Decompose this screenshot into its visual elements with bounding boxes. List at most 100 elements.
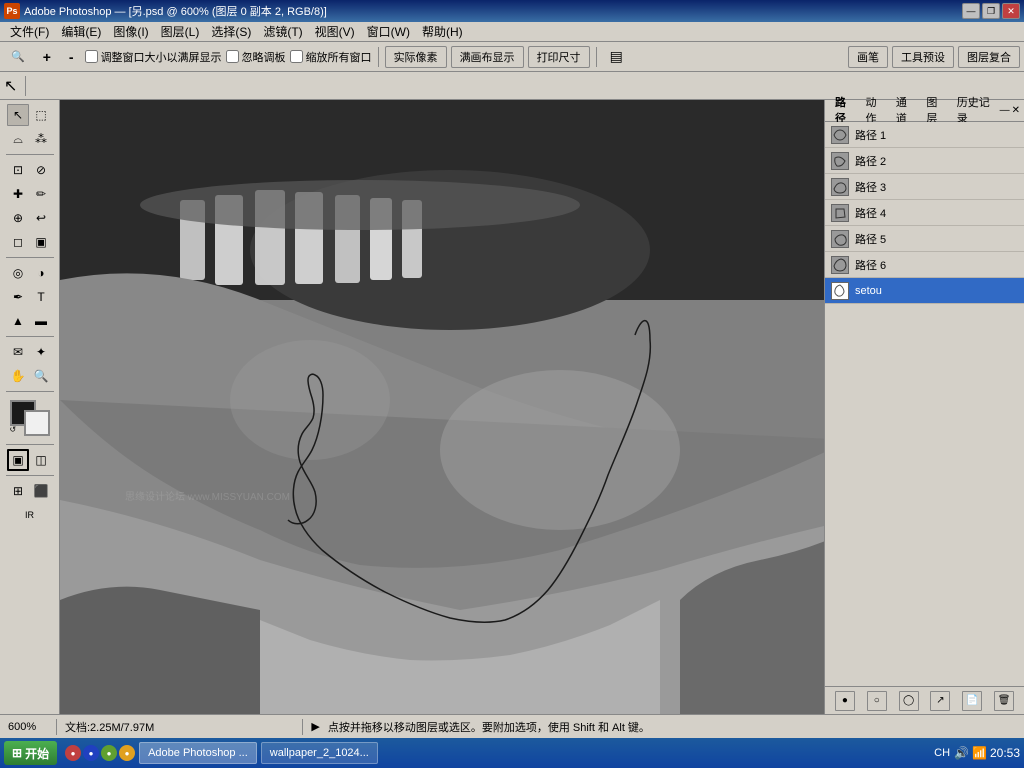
notes-tool[interactable]: ✉ — [7, 341, 29, 363]
path-item-5[interactable]: 路径 5 — [825, 226, 1024, 252]
print-size-btn[interactable]: 打印尺寸 — [528, 46, 590, 68]
path-item-2[interactable]: 路径 2 — [825, 148, 1024, 174]
crop-tool[interactable]: ⊡ — [7, 159, 29, 181]
history-brush-tool[interactable]: ↩ — [30, 207, 52, 229]
fullscreen-btn[interactable]: ⬛ — [30, 480, 52, 502]
fill-screen-btn[interactable]: 满画布显示 — [451, 46, 524, 68]
restore-button[interactable]: ❐ — [982, 3, 1000, 19]
tool-row-screen: ⊞ ⬛ — [7, 480, 52, 502]
menu-view[interactable]: 视图(V) — [309, 21, 361, 42]
path-thumb-6 — [831, 256, 849, 274]
text-tool[interactable]: T — [30, 286, 52, 308]
fit-window-label[interactable]: 调整窗口大小以满屏显示 — [85, 49, 222, 65]
tool-row-8: ✒ T — [7, 286, 52, 308]
heal-tool[interactable]: ✚ — [7, 183, 29, 205]
sys-icon-clock[interactable]: 20:53 — [990, 746, 1020, 760]
right-panel: 路径 动作 通道 图层 历史记录 — ✕ 路径 1 — [824, 100, 1024, 714]
start-button[interactable]: ⊞ 开始 — [4, 741, 57, 765]
ignore-panel-check[interactable] — [226, 50, 239, 63]
sys-icon-speaker[interactable]: 📶 — [972, 746, 987, 760]
pen-tool[interactable]: ✒ — [7, 286, 29, 308]
brush-tool[interactable]: ✏ — [30, 183, 52, 205]
screen-mode-btn[interactable]: ⊞ — [7, 480, 29, 502]
ps-icon: Ps — [4, 3, 20, 19]
reset-colors[interactable]: ↺ — [10, 425, 17, 434]
tool-sep-2 — [6, 257, 54, 258]
status-bar: 600% 文档:2.25M/7.97M ▶ 点按并拖移以移动图层或选区。要附加选… — [0, 714, 1024, 738]
ignore-panel-label[interactable]: 忽略调板 — [226, 49, 286, 65]
path-item-4[interactable]: 路径 4 — [825, 200, 1024, 226]
menu-window[interactable]: 窗口(W) — [361, 21, 416, 42]
sys-icon-network[interactable]: 🔊 — [954, 746, 969, 760]
taskbar-wallpaper-btn[interactable]: wallpaper_2_1024... — [261, 742, 378, 764]
fill-path-btn[interactable]: ● — [835, 691, 855, 711]
hand-tool[interactable]: ✋ — [7, 365, 29, 387]
zoom-out-btn[interactable]: - — [62, 46, 81, 68]
path-item-3[interactable]: 路径 3 — [825, 174, 1024, 200]
standard-mode-btn[interactable]: ▣ — [7, 449, 29, 471]
tool-row-4: ✚ ✏ — [7, 183, 52, 205]
path-thumb-4 — [831, 204, 849, 222]
eraser-tool[interactable]: ◻ — [7, 231, 29, 253]
blur-tool[interactable]: ◎ — [7, 262, 29, 284]
tool-row-3: ⊡ ⊘ — [7, 159, 52, 181]
menu-help[interactable]: 帮助(H) — [416, 21, 469, 42]
minimize-button[interactable]: — — [962, 3, 980, 19]
selection-to-path-btn[interactable]: ↗ — [930, 691, 950, 711]
slice-tool[interactable]: ⊘ — [30, 159, 52, 181]
move-tool[interactable]: ↖ — [7, 104, 29, 126]
shrink-all-check[interactable] — [290, 50, 303, 63]
brush-panel-btn[interactable]: 画笔 — [848, 46, 888, 68]
dodge-tool[interactable]: ◑ — [30, 262, 52, 284]
window-controls: — ❐ ✕ — [962, 3, 1020, 19]
panel-close-btn[interactable]: ✕ — [1012, 105, 1020, 116]
path-select-tool[interactable]: ▲ — [7, 310, 29, 332]
menu-filter[interactable]: 滤镜(T) — [257, 21, 308, 42]
zoom-tool-btn[interactable]: 🔍 — [4, 47, 32, 66]
actual-pixels-btn[interactable]: 实际像素 — [385, 46, 447, 68]
menu-edit[interactable]: 编辑(E) — [55, 21, 107, 42]
selection-tool[interactable]: ⬚ — [30, 104, 52, 126]
zoom-in-btn[interactable]: + — [36, 46, 58, 68]
tool-row-extra: IR — [19, 504, 41, 526]
path-name-setou: setou — [855, 285, 882, 297]
zoom-tool[interactable]: 🔍 — [30, 365, 52, 387]
path-item-1[interactable]: 路径 1 — [825, 122, 1024, 148]
fit-window-check[interactable] — [85, 50, 98, 63]
background-color[interactable] — [24, 410, 50, 436]
magic-wand-tool[interactable]: ⁂ — [30, 128, 52, 150]
menu-file[interactable]: 文件(F) — [4, 21, 55, 42]
path-name-6: 路径 6 — [855, 257, 886, 273]
quickmask-mode-btn[interactable]: ◫ — [30, 449, 52, 471]
window-title: Adobe Photoshop — [另.psd @ 600% (图层 0 副本… — [24, 3, 327, 19]
panel-controls: — ✕ — [1000, 105, 1020, 116]
shrink-all-label[interactable]: 缩放所有窗口 — [290, 49, 372, 65]
color-swatches: ↺ — [10, 400, 50, 436]
path-item-setou[interactable]: setou — [825, 278, 1024, 304]
layer-comps-btn[interactable]: 图层复合 — [958, 46, 1020, 68]
eyedropper-tool[interactable]: ✦ — [30, 341, 52, 363]
clone-tool[interactable]: ⊕ — [7, 207, 29, 229]
jump-to-imageready-btn[interactable]: IR — [19, 504, 41, 526]
tool-sep-4 — [6, 391, 54, 392]
panel-minimize-btn[interactable]: — — [1000, 105, 1010, 116]
canvas-area: 思缘设计论坛 www.MISSYUAN.COM ▲ ▼ — [60, 100, 824, 714]
new-path-btn[interactable]: 📄 — [962, 691, 982, 711]
palette-options-btn[interactable]: ▤ — [603, 45, 630, 68]
lasso-tool[interactable]: ⌓ — [7, 128, 29, 150]
delete-path-btn[interactable]: 🗑 — [994, 691, 1014, 711]
taskbar-ps-btn[interactable]: Adobe Photoshop ... — [139, 742, 257, 764]
menu-select[interactable]: 选择(S) — [205, 21, 257, 42]
close-button[interactable]: ✕ — [1002, 3, 1020, 19]
tool-presets-btn[interactable]: 工具预设 — [892, 46, 954, 68]
path-item-6[interactable]: 路径 6 — [825, 252, 1024, 278]
path-to-selection-btn[interactable]: ◯ — [899, 691, 919, 711]
gradient-tool[interactable]: ▣ — [30, 231, 52, 253]
menu-layer[interactable]: 图层(L) — [155, 21, 206, 42]
sys-lang: CH — [934, 747, 950, 759]
status-sep-2 — [302, 719, 303, 735]
shape-tool[interactable]: ▬ — [30, 310, 52, 332]
stroke-path-btn[interactable]: ○ — [867, 691, 887, 711]
menu-image[interactable]: 图像(I) — [107, 21, 154, 42]
file-info: 文档:2.25M/7.97M — [65, 719, 294, 735]
